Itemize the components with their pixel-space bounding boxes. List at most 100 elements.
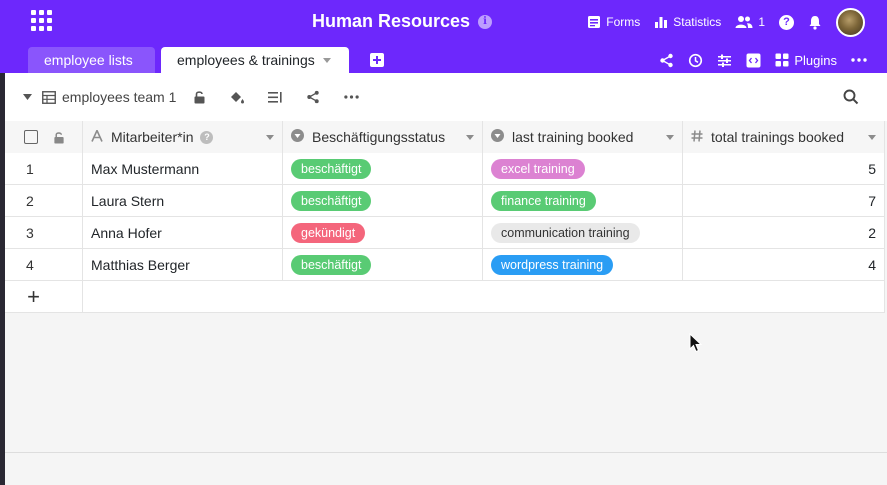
view-collapse-toggle[interactable]	[23, 73, 32, 121]
base-title-wrap: Human Resources i	[312, 11, 493, 32]
row-number[interactable]: 2	[5, 185, 83, 217]
name-cell[interactable]: Matthias Berger	[83, 249, 283, 281]
name-cell[interactable]: Max Mustermann	[83, 153, 283, 185]
tab-employees-trainings[interactable]: employees & trainings	[161, 47, 349, 73]
name-cell[interactable]: Anna Hofer	[83, 217, 283, 249]
tab-label: employee lists	[44, 52, 133, 68]
chevron-down-icon[interactable]	[868, 134, 876, 140]
notifications-button[interactable]	[808, 15, 822, 30]
status-cell[interactable]: beschäftigt	[283, 249, 483, 281]
statistics-button[interactable]: Statistics	[654, 15, 721, 29]
chevron-down-icon[interactable]	[322, 57, 331, 63]
chevron-down-icon[interactable]	[466, 134, 474, 140]
column-name: Mitarbeiter*in	[111, 129, 194, 145]
row-height-button[interactable]	[268, 73, 283, 121]
header-row: Mitarbeiter*in ? Beschäftigungsstatus la…	[5, 121, 885, 153]
add-row-button[interactable]: +	[5, 281, 83, 313]
column-name: total trainings booked	[711, 129, 845, 145]
status-tag: beschäftigt	[291, 191, 372, 211]
lock-icon[interactable]	[53, 131, 65, 144]
share-icon	[660, 53, 674, 67]
column-header-status[interactable]: Beschäftigungsstatus	[283, 121, 483, 153]
header-actions: Forms Statistics 1 ?	[573, 7, 865, 37]
data-grid: Mitarbeiter*in ? Beschäftigungsstatus la…	[5, 121, 885, 313]
training-tag: finance training	[491, 191, 596, 211]
chevron-down-icon[interactable]	[266, 134, 274, 140]
select-all-checkbox[interactable]	[24, 130, 38, 144]
history-button[interactable]	[688, 53, 703, 68]
column-name: Beschäftigungsstatus	[312, 129, 446, 145]
training-tag: excel training	[491, 159, 585, 179]
table-row[interactable]: 4 Matthias Berger beschäftigt wordpress …	[5, 249, 885, 281]
view-name: employees team 1	[62, 89, 177, 105]
column-header-training[interactable]: last training booked	[483, 121, 683, 153]
share-view-button[interactable]	[306, 73, 320, 121]
help-button[interactable]: ?	[779, 14, 794, 30]
status-cell[interactable]: gekündigt	[283, 217, 483, 249]
name-cell[interactable]: Laura Stern	[83, 185, 283, 217]
total-cell[interactable]: 5	[683, 153, 885, 185]
number-type-icon	[691, 129, 703, 145]
forms-icon	[588, 16, 601, 28]
training-cell[interactable]: finance training	[483, 185, 683, 217]
column-header-total[interactable]: total trainings booked	[683, 121, 885, 153]
more-horizontal-icon	[851, 58, 867, 62]
forms-button[interactable]: Forms	[587, 15, 640, 29]
add-row[interactable]: +	[5, 281, 885, 313]
tab-employee-lists[interactable]: employee lists	[28, 47, 155, 73]
table-icon	[42, 90, 56, 104]
info-icon[interactable]: i	[478, 14, 493, 29]
status-tag: beschäftigt	[291, 255, 372, 275]
column-name: last training booked	[512, 129, 634, 145]
plugins-icon	[775, 53, 789, 67]
help-icon[interactable]: ?	[200, 130, 214, 144]
share-button[interactable]	[659, 53, 674, 68]
user-avatar[interactable]	[836, 7, 865, 37]
table-tabs: employee lists employees & trainings	[28, 47, 349, 73]
single-select-icon	[491, 129, 504, 145]
unlock-icon	[194, 91, 205, 104]
settings-button[interactable]	[717, 53, 732, 68]
total-cell[interactable]: 4	[683, 249, 885, 281]
chevron-down-icon[interactable]	[666, 134, 674, 140]
forms-label: Forms	[606, 15, 641, 29]
plugins-label: Plugins	[794, 52, 837, 68]
status-cell[interactable]: beschäftigt	[283, 185, 483, 217]
base-title[interactable]: Human Resources	[312, 11, 470, 32]
code-icon	[746, 53, 761, 67]
training-tag: wordpress training	[491, 255, 614, 275]
select-all-cell	[5, 121, 83, 153]
more-horizontal-icon	[344, 95, 359, 99]
app-header: Human Resources i Forms Statistics 1 ? e…	[0, 0, 887, 73]
apps-grid-icon[interactable]	[31, 10, 52, 31]
table-row[interactable]: 2 Laura Stern beschäftigt finance traini…	[5, 185, 885, 217]
search-button[interactable]	[843, 73, 859, 121]
total-cell[interactable]: 7	[683, 185, 885, 217]
scripts-button[interactable]	[746, 53, 761, 68]
row-number[interactable]: 4	[5, 249, 83, 281]
text-type-icon	[91, 128, 103, 145]
row-number[interactable]: 3	[5, 217, 83, 249]
table-row[interactable]: 3 Anna Hofer gekündigt communication tra…	[5, 217, 885, 249]
view-more-button[interactable]	[344, 73, 359, 121]
add-table-icon[interactable]	[370, 53, 384, 67]
training-tag: communication training	[491, 223, 640, 243]
column-header-mitarbeiter[interactable]: Mitarbeiter*in ?	[83, 121, 283, 153]
table-row[interactable]: 1 Max Mustermann beschäftigt excel train…	[5, 153, 885, 185]
history-icon	[689, 53, 703, 67]
lock-view-button[interactable]	[193, 73, 206, 121]
training-cell[interactable]: excel training	[483, 153, 683, 185]
row-color-button[interactable]	[229, 73, 245, 121]
status-tag: gekündigt	[291, 223, 366, 243]
collaborators-button[interactable]: 1	[735, 15, 765, 29]
more-options-button[interactable]	[851, 58, 867, 62]
row-number[interactable]: 1	[5, 153, 83, 185]
view-selector[interactable]: employees team 1	[42, 73, 176, 121]
training-cell[interactable]: wordpress training	[483, 249, 683, 281]
plugins-button[interactable]: Plugins	[775, 53, 837, 68]
status-cell[interactable]: beschäftigt	[283, 153, 483, 185]
add-row-blank	[83, 281, 885, 313]
total-cell[interactable]: 2	[683, 217, 885, 249]
training-cell[interactable]: communication training	[483, 217, 683, 249]
footer-divider	[5, 452, 887, 453]
